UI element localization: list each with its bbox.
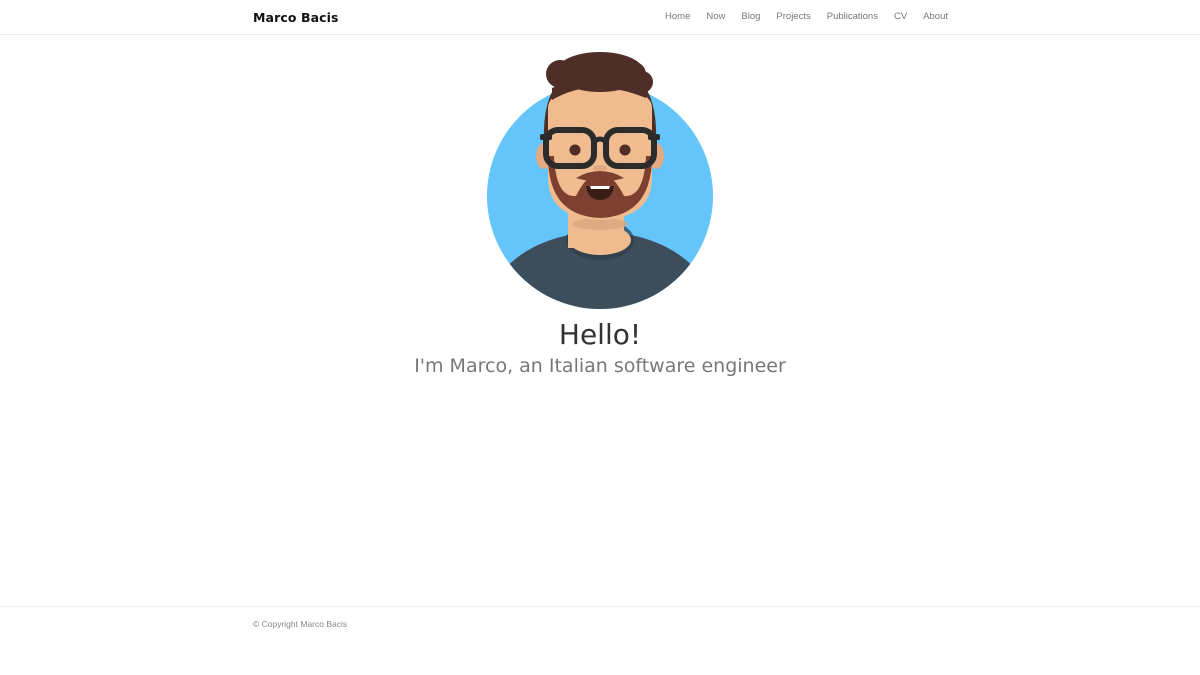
copyright-text: © Copyright Marco Bacis [253,619,348,629]
nav-link-home[interactable]: Home [665,11,690,22]
site-brand-link[interactable]: Marco Bacis [253,10,339,25]
avatar [482,48,718,312]
hero-subtitle: I'm Marco, an Italian software engineer [414,355,786,377]
bearded-man-glasses-avatar-icon [487,52,713,309]
site-header: Marco Bacis Home Now Blog Projects Publi… [0,0,1200,35]
hero-title: Hello! [558,318,642,351]
nav-link-publications[interactable]: Publications [827,11,878,22]
right-eye-shape [619,144,631,156]
nav-link-projects[interactable]: Projects [776,11,810,22]
nav-link-now[interactable]: Now [706,11,725,22]
nav-link-about[interactable]: About [923,11,948,22]
site-footer: © Copyright Marco Bacis [0,606,1200,675]
nav-link-blog[interactable]: Blog [741,11,760,22]
nav-link-cv[interactable]: CV [894,11,907,22]
left-eye-shape [569,144,581,156]
main-nav: Home Now Blog Projects Publications CV A… [665,11,948,22]
